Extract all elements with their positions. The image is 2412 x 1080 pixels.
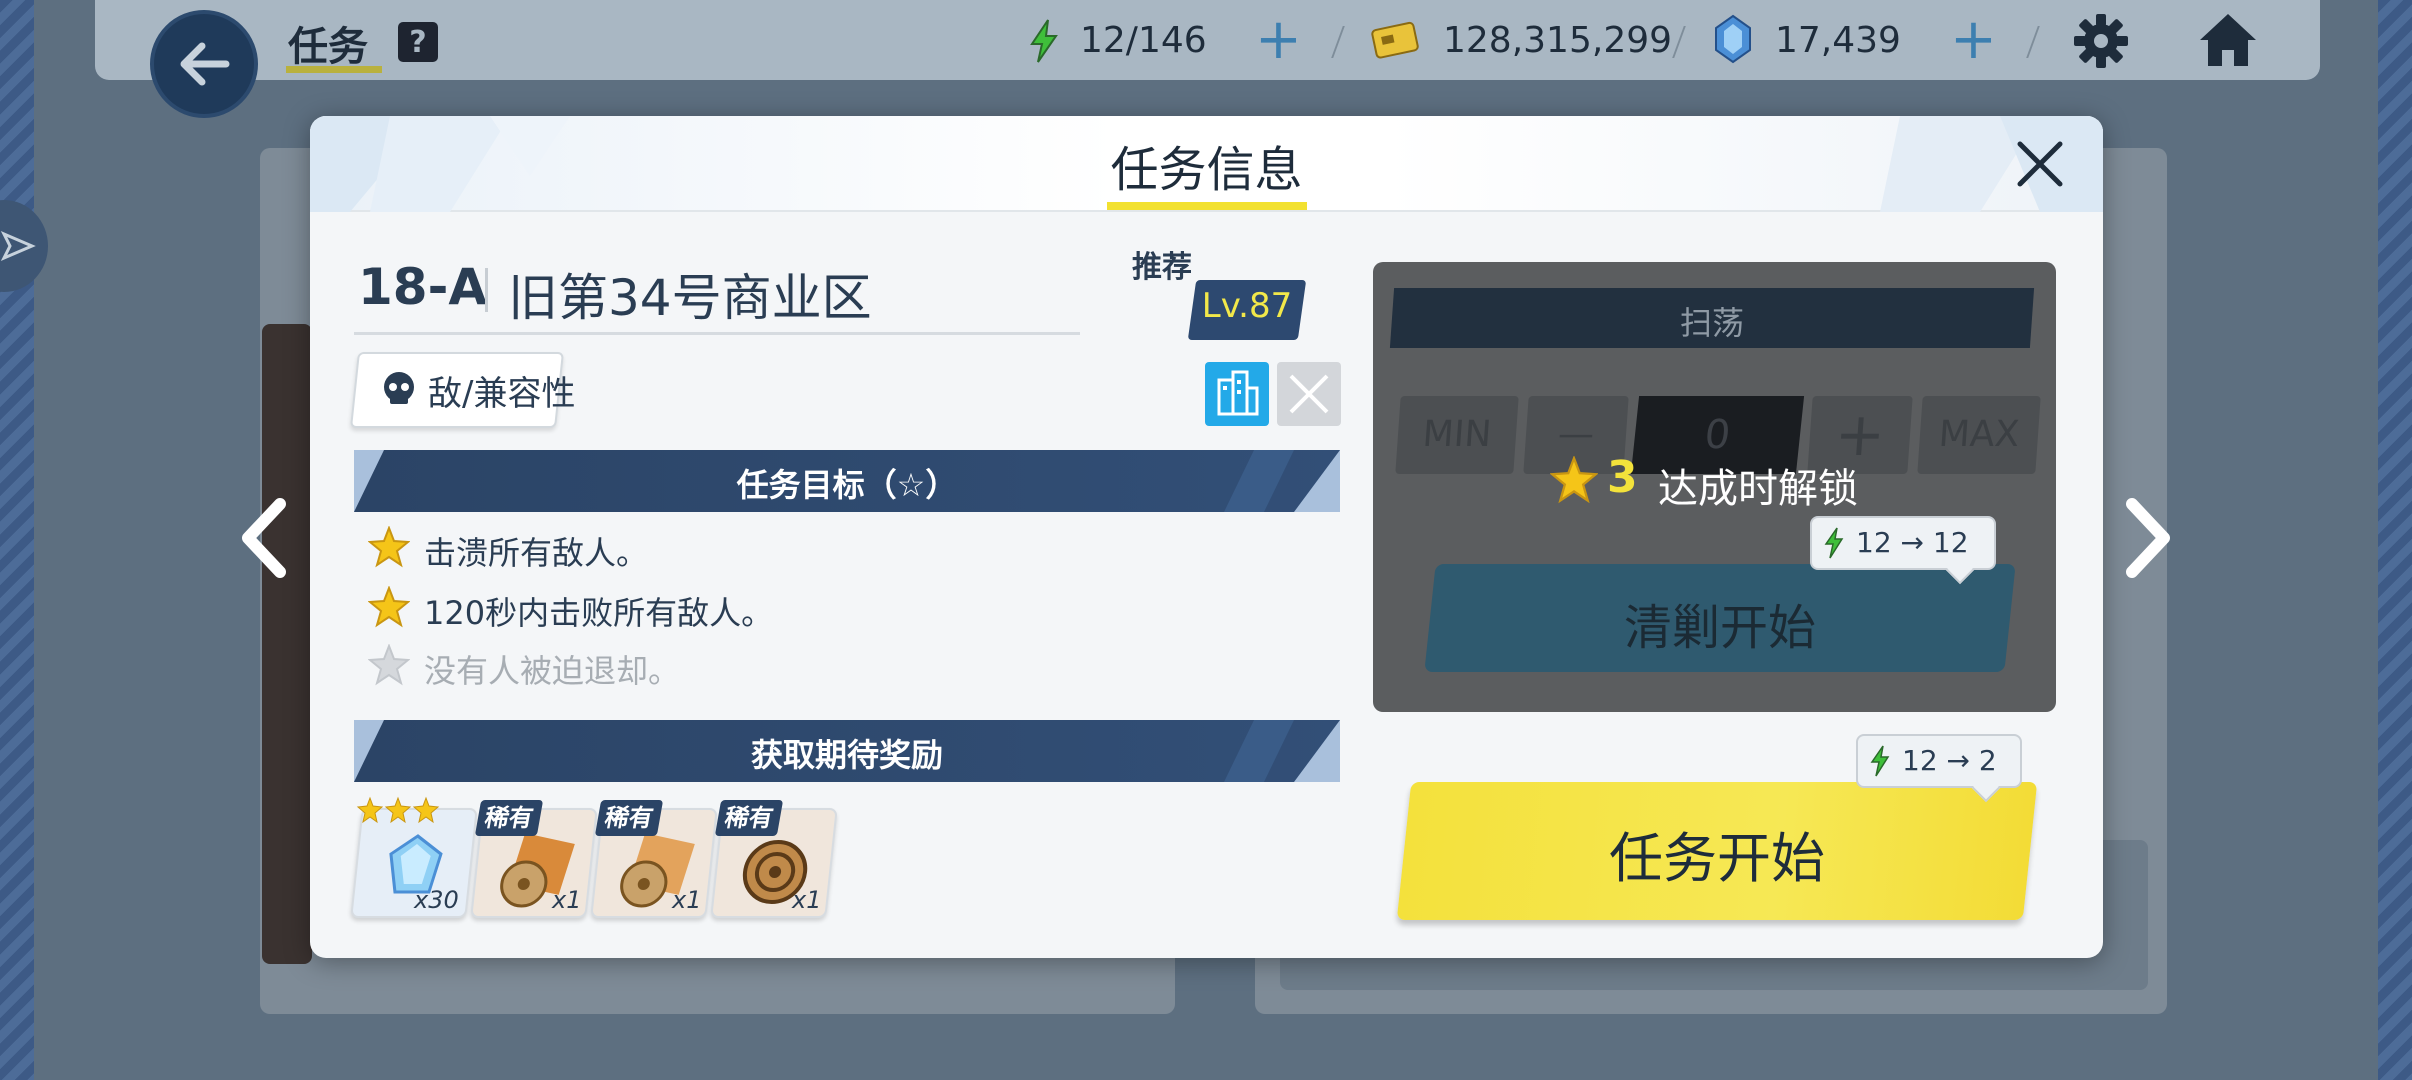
page-title: 任务 bbox=[288, 24, 368, 70]
stage-code: 18-A bbox=[358, 258, 488, 316]
cost-from: 12 bbox=[1902, 744, 1938, 777]
dialog-title: 任务信息 bbox=[1110, 142, 1303, 198]
side-menu-button[interactable] bbox=[0, 200, 48, 292]
page-title-underline bbox=[286, 66, 382, 73]
arrow-right-icon: → bbox=[1900, 526, 1933, 559]
enemy-skull-icon bbox=[384, 372, 414, 404]
help-icon[interactable]: ? bbox=[398, 22, 438, 62]
reward-quantity: x1 bbox=[792, 886, 822, 914]
rarity-tag: 稀有 bbox=[714, 800, 784, 836]
unlock-condition-text: 达成时解锁 bbox=[1658, 466, 1858, 512]
energy-counter: 12/146 bbox=[1080, 20, 1207, 61]
background-stage-art bbox=[262, 324, 312, 964]
star-empty-icon bbox=[368, 644, 410, 686]
sweep-start-label: 清剿开始 bbox=[1623, 600, 1816, 656]
unlock-star-count: 3 bbox=[1607, 452, 1638, 503]
star-filled-icon bbox=[1550, 456, 1598, 504]
gems-counter: 17,439 bbox=[1775, 20, 1901, 61]
right-decor-stripe bbox=[2378, 0, 2412, 1080]
back-arrow-icon bbox=[180, 42, 230, 86]
add-energy-button[interactable]: + bbox=[1255, 12, 1302, 68]
rarity-tag: 稀有 bbox=[474, 800, 544, 836]
back-button[interactable] bbox=[150, 10, 258, 118]
rarity-tag: 稀有 bbox=[594, 800, 664, 836]
energy-icon bbox=[1824, 527, 1844, 559]
home-icon[interactable] bbox=[2196, 10, 2260, 70]
energy-icon bbox=[1030, 19, 1058, 63]
settings-gear-icon[interactable] bbox=[2072, 12, 2130, 70]
credits-counter: 128,315,299 bbox=[1443, 20, 1673, 61]
send-icon bbox=[0, 231, 36, 261]
sweep-min-button[interactable]: MIN bbox=[1395, 396, 1519, 474]
cross-icon bbox=[1289, 374, 1329, 414]
sweep-title: 扫荡 bbox=[1679, 304, 1744, 342]
stage-underline bbox=[354, 332, 1080, 335]
dialog-title-underline bbox=[1107, 202, 1307, 210]
objectives-header: 任务目标（☆） bbox=[736, 466, 958, 504]
left-decor-stripe bbox=[0, 0, 34, 1080]
sweep-max-button[interactable]: MAX bbox=[1917, 396, 2041, 474]
star-filled-icon bbox=[368, 526, 410, 568]
reward-quantity: x30 bbox=[414, 886, 459, 914]
terrain-urban-icon[interactable] bbox=[1205, 362, 1269, 426]
objective-2: 120秒内击败所有敌人。 bbox=[424, 594, 774, 632]
next-stage-arrow-icon[interactable] bbox=[2120, 496, 2176, 580]
cost-to: 12 bbox=[1932, 526, 1969, 559]
arrow-right-icon: → bbox=[1946, 744, 1979, 777]
dialog-header: 任务信息 bbox=[310, 116, 2103, 212]
gem-icon bbox=[1715, 14, 1751, 64]
rarity-stars-icon bbox=[356, 796, 440, 824]
reward-quantity: x1 bbox=[552, 886, 582, 914]
divider bbox=[485, 268, 488, 312]
mission-info-dialog: 任务信息 18-A 旧第34号商业区 推荐 Lv.87 敌/兼容性 任务目标（☆… bbox=[310, 116, 2103, 958]
energy-icon bbox=[1870, 745, 1890, 777]
cost-from: 12 bbox=[1856, 526, 1892, 559]
cost-to: 2 bbox=[1978, 744, 1997, 777]
recommended-label: 推荐 bbox=[1132, 250, 1192, 285]
recommended-level: Lv.87 bbox=[1201, 286, 1293, 326]
add-gems-button[interactable]: + bbox=[1950, 12, 1997, 68]
close-icon[interactable] bbox=[2010, 134, 2070, 194]
enemy-tag-label: 敌/兼容性 bbox=[428, 374, 576, 414]
building-icon bbox=[1217, 370, 1259, 416]
objective-1: 击溃所有敌人。 bbox=[424, 534, 649, 572]
credit-card-icon bbox=[1371, 21, 1419, 59]
stage-name: 旧第34号商业区 bbox=[508, 269, 872, 327]
objective-3: 没有人被迫退却。 bbox=[424, 652, 681, 690]
previous-stage-arrow-icon[interactable] bbox=[236, 496, 292, 580]
mission-start-label: 任务开始 bbox=[1609, 827, 1825, 890]
star-filled-icon bbox=[368, 586, 410, 628]
terrain-disabled-icon[interactable] bbox=[1277, 362, 1341, 426]
rewards-header: 获取期待奖励 bbox=[750, 736, 943, 774]
reward-quantity: x1 bbox=[672, 886, 702, 914]
